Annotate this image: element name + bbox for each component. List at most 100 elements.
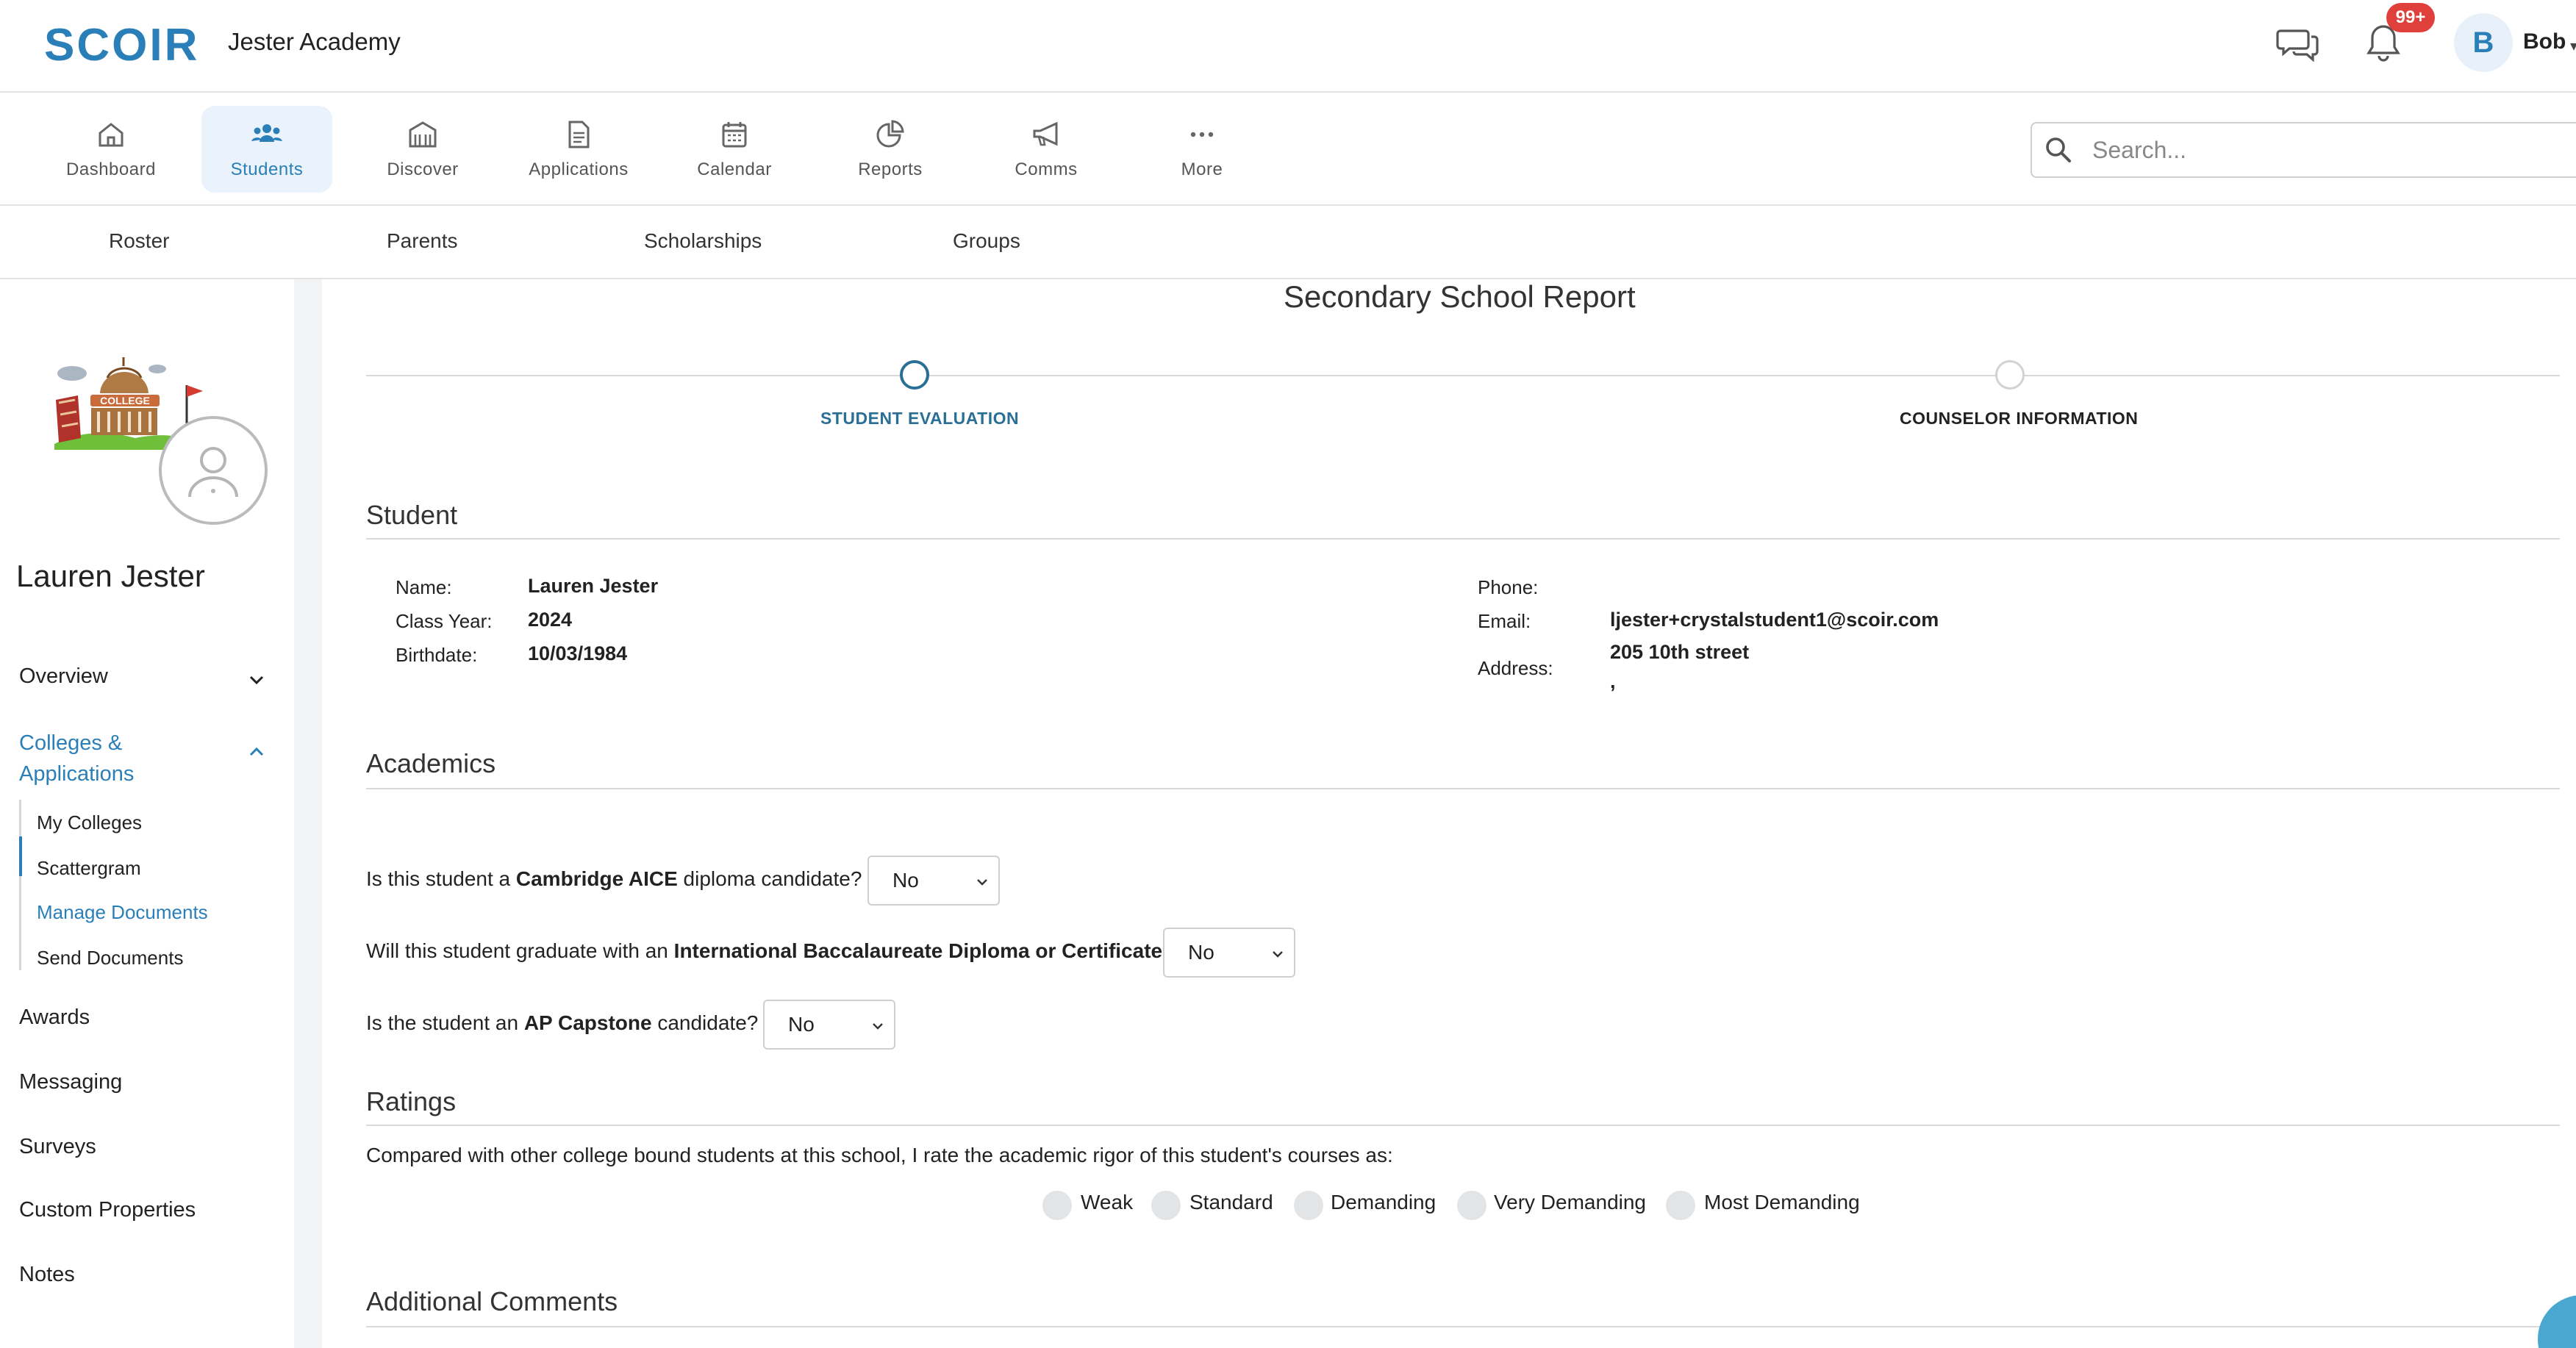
help-chat-launcher[interactable] [2538, 1295, 2576, 1348]
search-box[interactable] [2031, 122, 2576, 178]
users-icon [251, 124, 282, 142]
chevron-down-icon [977, 879, 987, 886]
nav-more[interactable]: More [1137, 106, 1267, 193]
sidebar-subitem-send-documents[interactable]: Send Documents [37, 947, 183, 969]
question-emphasis: Cambridge AICE [515, 867, 678, 890]
subnav-roster[interactable]: Roster [109, 229, 169, 253]
phone-label: Phone: [1478, 576, 1539, 598]
sidebar-item-notes[interactable]: Notes [19, 1263, 75, 1287]
section-divider [366, 1125, 2560, 1126]
search-input[interactable] [2092, 136, 2533, 164]
nav-label: Calendar [697, 159, 772, 179]
question-text: diploma candidate? [677, 867, 862, 890]
subnav-parents[interactable]: Parents [387, 229, 458, 253]
user-avatar[interactable]: B [2454, 13, 2513, 72]
question-emphasis: International Baccalaureate Diploma or C… [673, 939, 1163, 962]
sidebar-item-messaging[interactable]: Messaging [19, 1070, 122, 1094]
chevron-down-icon [1273, 951, 1283, 958]
sidebar-subitem-scattergram[interactable]: Scattergram [37, 857, 141, 880]
nav-label: Applications [529, 159, 629, 179]
question-aice: Is this student a Cambridge AICE diploma… [366, 867, 862, 891]
question-ib: Will this student graduate with an Inter… [366, 939, 1174, 963]
address-label: Address: [1478, 657, 1553, 679]
step-student-evaluation[interactable]: STUDENT EVALUATION [820, 409, 1019, 429]
step-counselor-information[interactable]: COUNSELOR INFORMATION [1900, 409, 2138, 429]
subnav-scholarships[interactable]: Scholarships [644, 229, 762, 253]
nav-calendar[interactable]: Calendar [669, 106, 800, 193]
select-value: No [892, 869, 919, 892]
notification-badge[interactable]: 99+ [2386, 3, 2435, 32]
sidebar-item-awards[interactable]: Awards [19, 1005, 90, 1030]
nav-label: More [1181, 159, 1223, 179]
ap-capstone-select[interactable]: No [763, 1000, 895, 1050]
nav-comms[interactable]: Comms [981, 106, 1112, 193]
student-name: Lauren Jester [16, 559, 205, 593]
sidebar-subitem-manage-documents[interactable]: Manage Documents [37, 901, 208, 924]
nav-applications[interactable]: Applications [513, 106, 644, 193]
subnav-groups[interactable]: Groups [953, 229, 1020, 253]
chevron-down-icon[interactable] [247, 670, 266, 689]
section-divider [366, 538, 2560, 539]
radio-label-standard[interactable]: Standard [1189, 1191, 1273, 1214]
sidebar-item-custom-properties[interactable]: Custom Properties [19, 1198, 196, 1222]
nav-students[interactable]: Students [201, 106, 332, 193]
page-title: Secondary School Report [1284, 279, 1636, 314]
radio-weak[interactable] [1042, 1191, 1072, 1220]
radio-demanding[interactable] [1294, 1191, 1323, 1220]
rating-question: Compared with other college bound studen… [366, 1144, 1393, 1166]
nav-label: Comms [1015, 159, 1078, 179]
submenu-active-indicator [19, 836, 22, 876]
sidebar-item-surveys[interactable]: Surveys [19, 1135, 96, 1159]
sub-nav: Roster Parents Scholarships Groups [0, 206, 2576, 279]
top-bar: SCOIR Jester Academy 99+ B Bob ▾ [0, 0, 2576, 93]
nav-label: Students [230, 159, 304, 179]
step-indicator-current[interactable] [900, 360, 929, 390]
nav-dashboard[interactable]: Dashboard [46, 106, 176, 193]
radio-label-most-demanding[interactable]: Most Demanding [1704, 1191, 1860, 1214]
user-silhouette-icon [188, 447, 238, 498]
section-title-academics: Academics [366, 748, 496, 778]
step-indicator-future[interactable] [1995, 360, 2025, 390]
question-text: candidate? [651, 1011, 759, 1034]
chevron-down-icon[interactable]: ▾ [2570, 37, 2576, 55]
radio-label-demanding[interactable]: Demanding [1331, 1191, 1436, 1214]
question-text: Is this student a [366, 867, 516, 890]
sidebar-item-colleges-applications[interactable]: Colleges & Applications [19, 728, 210, 789]
submenu-rail [19, 800, 21, 970]
question-text: Is the student an [366, 1011, 524, 1034]
select-value: No [788, 1013, 815, 1036]
pie-chart-icon [876, 120, 904, 148]
radio-very-demanding[interactable] [1457, 1191, 1486, 1220]
home-icon [99, 123, 124, 147]
main-nav: Dashboard Students Discover Applications… [0, 93, 2576, 206]
birthdate-label: Birthdate: [396, 644, 478, 666]
radio-label-weak[interactable]: Weak [1081, 1191, 1133, 1214]
nav-discover[interactable]: Discover [357, 106, 488, 193]
section-title-ratings: Ratings [366, 1086, 457, 1116]
radio-label-very-demanding[interactable]: Very Demanding [1494, 1191, 1646, 1214]
profile-photo-placeholder[interactable] [159, 416, 268, 525]
chevron-up-icon[interactable] [247, 742, 266, 761]
address-line1: 205 10th street [1610, 641, 1750, 663]
email-value: ljester+crystalstudent1@scoir.com [1610, 609, 1939, 631]
email-label: Email: [1478, 610, 1531, 632]
more-dots-icon [1190, 132, 1214, 137]
nav-label: Discover [387, 159, 459, 179]
radio-standard[interactable] [1151, 1191, 1181, 1220]
aice-select[interactable]: No [867, 856, 1000, 906]
class-year-value: 2024 [528, 609, 573, 631]
radio-most-demanding[interactable] [1666, 1191, 1695, 1220]
select-value: No [1188, 941, 1214, 964]
svg-text:COLLEGE: COLLEGE [100, 395, 150, 406]
sidebar-item-overview[interactable]: Overview [19, 664, 108, 689]
nav-reports[interactable]: Reports [825, 106, 956, 193]
sidebar-subitem-my-colleges[interactable]: My Colleges [37, 811, 142, 834]
scoir-logo[interactable]: SCOIR [44, 19, 199, 71]
user-name[interactable]: Bob [2523, 29, 2566, 54]
chevron-down-icon [873, 1023, 883, 1030]
chat-icon[interactable] [2276, 25, 2319, 62]
birthdate-value: 10/03/1984 [528, 642, 628, 664]
ib-select[interactable]: No [1163, 928, 1295, 978]
section-title-additional-comments: Additional Comments [366, 1286, 618, 1316]
address-line2: , [1610, 670, 1616, 692]
